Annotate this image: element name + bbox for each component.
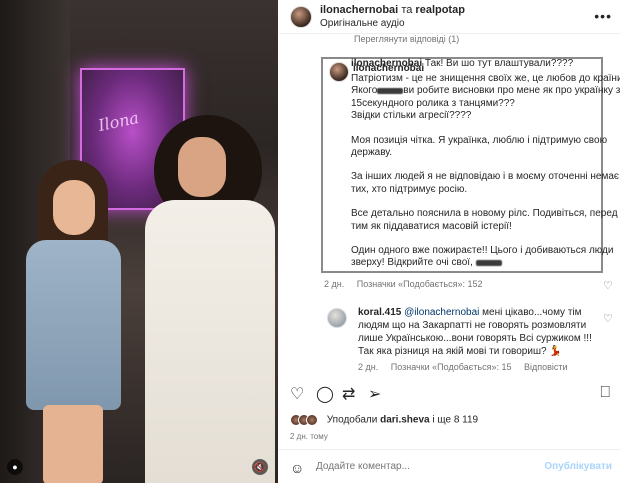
post-time: 2 дн. тому — [290, 432, 328, 441]
reply-time: 2 дн. — [358, 362, 379, 372]
comment-line: За інших людей я не відповідаю і в моєму… — [351, 171, 619, 183]
comment-meta: 2 дн. Позначки «Подобається»: 152 — [324, 279, 492, 289]
save-icon[interactable]: ⎕ — [600, 384, 610, 402]
comment-line: зверху! Відкрийте очі свої, — [325, 257, 601, 269]
audio-label[interactable]: Оригінальне аудіо — [320, 18, 405, 29]
like-icon[interactable]: ♡ — [290, 384, 304, 404]
post-header: ilonachernobai та realpotap Оригінальне … — [278, 0, 620, 34]
reply-like-icon[interactable]: ♡ — [603, 312, 613, 325]
view-replies-link[interactable]: Переглянути відповіді (1) — [354, 34, 459, 44]
comment-line: державу. — [351, 147, 393, 159]
comment-body: ilonachernobai Так! Ви шо тут влаштували… — [351, 58, 603, 70]
more-icon[interactable]: ••• — [594, 8, 612, 24]
reply-meta: 2 дн. Позначки «Подобається»: 15 Відпові… — [358, 362, 578, 372]
author-username[interactable]: ilonachernobai — [320, 4, 398, 16]
liker-username[interactable]: dari.sheva — [380, 415, 429, 426]
likes-prefix: Уподобали — [326, 414, 378, 426]
comment-username-inline[interactable]: ilonachernobai — [351, 58, 422, 69]
comment-line: тих, хто підтримує росію. — [351, 183, 468, 195]
authors-connector: та — [401, 4, 413, 16]
post-authors: ilonachernobai та realpotap — [320, 4, 465, 16]
comment-line: Все детально пояснила в новому рілс. Под… — [351, 208, 618, 220]
post-side-panel: ilonachernobai та realpotap Оригінальне … — [278, 0, 620, 483]
comment-line: тим як піддаватися масовій істерії! — [351, 220, 512, 232]
mute-icon[interactable]: 🔇 — [252, 459, 268, 475]
liker-avatar — [306, 414, 318, 426]
author-avatar[interactable] — [290, 6, 312, 28]
comment-line: Один одного вже пожираєте!! Цього і доби… — [351, 245, 614, 257]
comment-body-continued: Патріотизм - це не знищення своїх же, це… — [325, 73, 620, 270]
comment-line: Моя позиція чітка. Я українка, люблю і п… — [351, 134, 608, 146]
comment-like-icon[interactable]: ♡ — [603, 279, 613, 292]
reply-username[interactable]: koral.415 — [358, 307, 401, 318]
comment-input[interactable] — [316, 461, 536, 472]
comment-icon[interactable]: ◯ — [316, 384, 334, 404]
add-comment-bar: ☺ Опублікувати — [278, 449, 620, 483]
reply-line: мені цікаво...чому тім — [482, 307, 582, 318]
person-left — [8, 160, 128, 483]
likes-summary: Уподобали dari.sheva і ще 8 119 — [290, 414, 478, 426]
coauthor-username[interactable]: realpotap — [415, 4, 465, 16]
post-actions: ♡ ◯ ⇄ ➢ ⎕ — [278, 384, 620, 406]
publish-button[interactable]: Опублікувати — [544, 461, 612, 472]
comment-line: Так! Ви шо тут влаштували???? — [424, 58, 574, 69]
reply-comment: koral.415 @ilonachernobai мені цікаво...… — [358, 306, 608, 358]
share-icon[interactable]: ⇄ — [342, 384, 355, 404]
reply-likes-count[interactable]: Позначки «Подобається»: 15 — [391, 362, 512, 372]
reply-button[interactable]: Відповісти — [524, 362, 568, 372]
redacted-word — [475, 259, 502, 266]
comment-line: 15секундного ролика з танцями??? — [351, 97, 515, 109]
reply-avatar[interactable] — [327, 308, 347, 328]
user-tag-icon[interactable]: ● — [7, 459, 23, 475]
comment-likes-count[interactable]: Позначки «Подобається»: 152 — [357, 279, 483, 289]
comment-line: Звідки стільки агресії???? — [351, 110, 472, 122]
person-right — [140, 115, 278, 483]
comment-line: Якого ви робите висновки про мене як про … — [351, 85, 620, 97]
likes-suffix[interactable]: і ще 8 119 — [432, 415, 478, 426]
reply-line: лише Українською...вони говорять Всі сур… — [358, 333, 592, 344]
reply-line: Так яка різниця на якій мові ти говориш?… — [358, 346, 562, 357]
emoji-icon[interactable]: ☺ — [290, 460, 304, 476]
reply-line: людям що на Закарпатті не говорять розмо… — [358, 320, 587, 331]
comment-time: 2 дн. — [324, 279, 345, 289]
comment-line: Патріотизм - це не знищення своїх же, це… — [351, 73, 620, 84]
post-media[interactable]: Ilona ● 🔇 — [0, 0, 278, 483]
redacted-word — [377, 87, 404, 94]
reply-mention[interactable]: @ilonachernobai — [404, 307, 479, 318]
send-icon[interactable]: ➢ — [368, 384, 381, 404]
